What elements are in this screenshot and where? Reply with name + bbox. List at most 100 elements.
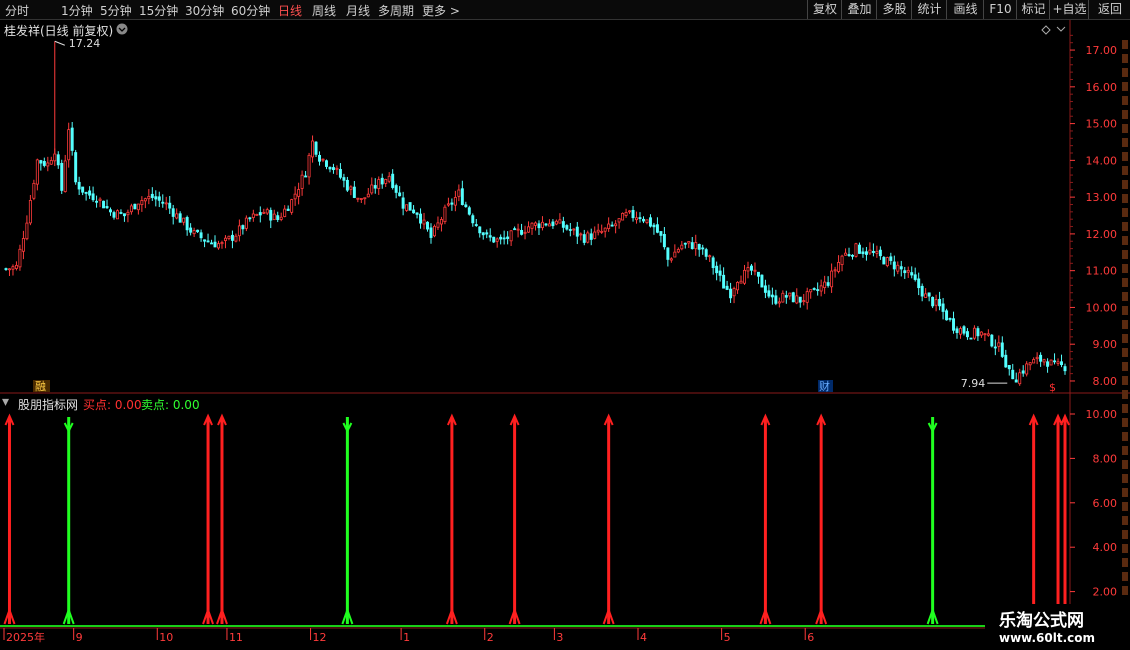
candle-body: [993, 346, 997, 349]
candle-body: [157, 196, 161, 201]
edge-glyph: [1122, 292, 1128, 301]
candle-body: [586, 232, 590, 243]
candle-body: [28, 200, 32, 224]
candle-body: [784, 295, 788, 298]
candle-body: [460, 188, 464, 205]
candle-body: [819, 285, 823, 292]
edge-glyph: [1122, 278, 1128, 287]
sell-point-label: 卖点: 0.00: [141, 398, 200, 412]
edge-glyph: [1122, 376, 1128, 385]
candle-body: [63, 160, 67, 192]
candle-body: [621, 212, 625, 221]
candle-body: [861, 251, 865, 255]
candle-body: [88, 190, 92, 196]
candle-body: [593, 231, 597, 239]
candle-body: [774, 295, 778, 304]
candle-body: [471, 215, 475, 224]
candle-body: [669, 258, 673, 261]
candle-body: [373, 185, 377, 189]
candle-body: [523, 231, 527, 234]
diamond-icon: [1041, 25, 1051, 35]
candle-body: [8, 268, 11, 271]
candle-body: [356, 197, 360, 200]
candle-body: [1025, 363, 1029, 375]
candle-body: [652, 224, 656, 228]
candle-body: [1018, 372, 1022, 385]
edge-glyph: [1122, 138, 1128, 147]
date-label: 11: [229, 631, 243, 644]
edge-glyph: [1122, 488, 1128, 497]
ind-y-label: 6.00: [1093, 497, 1118, 510]
candle-body: [572, 228, 576, 231]
candle-body: [857, 244, 861, 254]
candle-body: [241, 225, 245, 230]
candle-body: [453, 197, 457, 206]
ind-y-label: 2.00: [1093, 586, 1118, 599]
candle-body: [217, 243, 220, 249]
candle-body: [53, 153, 57, 162]
date-label: 6: [807, 631, 814, 644]
edge-glyph: [1122, 334, 1128, 343]
edge-glyph: [1122, 544, 1128, 553]
finance-badge: 财: [819, 379, 830, 393]
candle-body: [70, 127, 74, 151]
candle-body: [74, 152, 78, 183]
edge-glyph: [1122, 418, 1128, 427]
candle-body: [1056, 361, 1060, 364]
candle-body: [81, 186, 85, 193]
candle-body: [770, 294, 774, 298]
candle-body: [276, 215, 280, 220]
candle-body: [349, 186, 353, 190]
candle-body: [875, 250, 879, 254]
candle-body: [509, 230, 513, 242]
candle-body: [697, 244, 701, 250]
candle-body: [906, 270, 910, 273]
indicator-toggle-icon[interactable]: ▾: [2, 394, 9, 410]
candle-body: [889, 256, 893, 261]
candle-body: [1063, 366, 1067, 372]
candle-body: [913, 274, 917, 280]
candle-body: [673, 251, 677, 258]
ind-y-label: 8.00: [1093, 452, 1118, 465]
candle-body: [635, 217, 639, 221]
candle-body: [21, 238, 25, 252]
candle-body: [868, 249, 872, 254]
candle-body: [561, 221, 565, 228]
candle-body: [840, 255, 844, 265]
candle-body: [56, 154, 60, 166]
candle-body: [823, 281, 827, 289]
candle-body: [972, 327, 976, 339]
candle-body: [412, 209, 416, 214]
candle-body: [1042, 359, 1046, 363]
y-tick-label: 10.00: [1086, 301, 1118, 314]
candle-body: [805, 291, 809, 303]
candle-body: [311, 140, 315, 158]
candle-body: [464, 204, 468, 208]
candle-body: [248, 217, 252, 220]
candle-body: [927, 292, 931, 297]
candle-body: [1060, 361, 1063, 366]
candle-body: [513, 228, 517, 231]
candle-body: [617, 218, 621, 223]
kline-chart: 17.0016.0015.0014.0013.0012.0011.0010.00…: [0, 20, 1130, 644]
candle-body: [126, 211, 130, 216]
candle-body: [488, 235, 492, 238]
candle-body: [955, 328, 959, 333]
edge-glyph: [1122, 152, 1128, 161]
edge-glyph: [1122, 530, 1128, 539]
candle-body: [708, 255, 712, 258]
candle-body: [676, 249, 680, 253]
candle-body: [701, 247, 705, 250]
candle-body: [655, 224, 659, 233]
candle-body: [568, 229, 572, 231]
candle-body: [398, 192, 402, 197]
candle-body: [419, 213, 423, 224]
candle-body: [457, 189, 461, 197]
candle-body: [325, 160, 328, 167]
candle-body: [178, 213, 182, 223]
edge-glyph: [1122, 390, 1128, 399]
candle-body: [366, 193, 370, 198]
candle-body: [948, 318, 952, 320]
candle-body: [746, 267, 750, 272]
candle-body: [279, 216, 283, 220]
